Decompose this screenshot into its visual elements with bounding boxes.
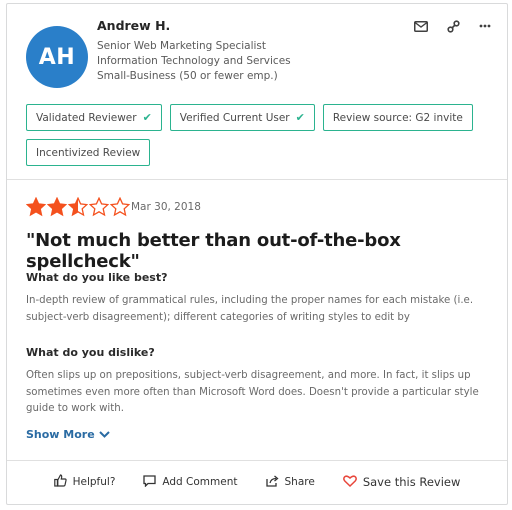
- reviewer-name: Andrew H.: [97, 18, 171, 33]
- badge-label: Verified Current User: [179, 111, 290, 124]
- dislikes-question: What do you dislike?: [26, 346, 155, 359]
- mail-icon[interactable]: [413, 18, 429, 34]
- review-card: AH Andrew H. Senior Web Marketing Specia…: [6, 3, 508, 505]
- show-more-link[interactable]: Show More: [26, 428, 110, 441]
- reviewer-job-title: Senior Web Marketing Specialist: [97, 40, 267, 52]
- reviewer-badges: Validated Reviewer ✔ Verified Current Us…: [26, 104, 496, 166]
- badge-review-source: Review source: G2 invite: [322, 104, 473, 131]
- star-rating: [26, 197, 130, 217]
- helpful-button[interactable]: Helpful?: [53, 474, 116, 490]
- share-label: Share: [284, 476, 315, 488]
- top-actions: [413, 18, 493, 34]
- save-review-label: Save this Review: [362, 475, 461, 489]
- add-comment-button[interactable]: Add Comment: [143, 474, 238, 490]
- badge-label: Validated Reviewer: [36, 111, 137, 124]
- helpful-label: Helpful?: [72, 476, 116, 488]
- likes-answer: In-depth review of grammatical rules, in…: [26, 295, 474, 323]
- star-empty-icon: [110, 197, 130, 217]
- check-icon: ✔: [142, 111, 152, 124]
- star-half-icon: [68, 197, 88, 217]
- check-icon: ✔: [295, 111, 305, 124]
- link-icon[interactable]: [445, 18, 461, 34]
- badge-label: Review source: G2 invite: [332, 111, 463, 124]
- divider: [7, 460, 507, 461]
- thumbs-up-icon: [53, 474, 67, 490]
- chevron-down-icon: [98, 428, 110, 441]
- share-button[interactable]: Share: [265, 474, 315, 490]
- review-title: "Not much better than out-of-the-box spe…: [26, 230, 401, 272]
- badge-incentivized-review: Incentivized Review: [26, 139, 151, 166]
- star-empty-icon: [89, 197, 109, 217]
- review-actions: Helpful? Add Comment Share Save this Rev…: [7, 474, 507, 490]
- dislikes-answer: Often slips up on prepositions, subject-…: [26, 370, 479, 414]
- share-icon: [265, 475, 279, 490]
- divider: [7, 179, 507, 180]
- save-review-button[interactable]: Save this Review: [342, 474, 461, 490]
- review-date: Mar 30, 2018: [131, 201, 201, 213]
- star-full-icon: [47, 197, 67, 217]
- add-comment-label: Add Comment: [162, 476, 238, 488]
- heart-icon: [342, 474, 357, 490]
- badge-verified-current-user: Verified Current User ✔: [169, 104, 315, 131]
- more-icon[interactable]: [477, 18, 493, 34]
- show-more-label: Show More: [26, 428, 95, 441]
- reviewer-industry: Information Technology and Services: [97, 55, 291, 67]
- badge-validated-reviewer: Validated Reviewer ✔: [26, 104, 162, 131]
- badge-label: Incentivized Review: [36, 146, 141, 159]
- comment-icon: [143, 474, 157, 490]
- likes-question: What do you like best?: [26, 271, 168, 284]
- avatar: AH: [26, 26, 88, 88]
- star-full-icon: [26, 197, 46, 217]
- reviewer-company-size: Small-Business (50 or fewer emp.): [97, 70, 278, 82]
